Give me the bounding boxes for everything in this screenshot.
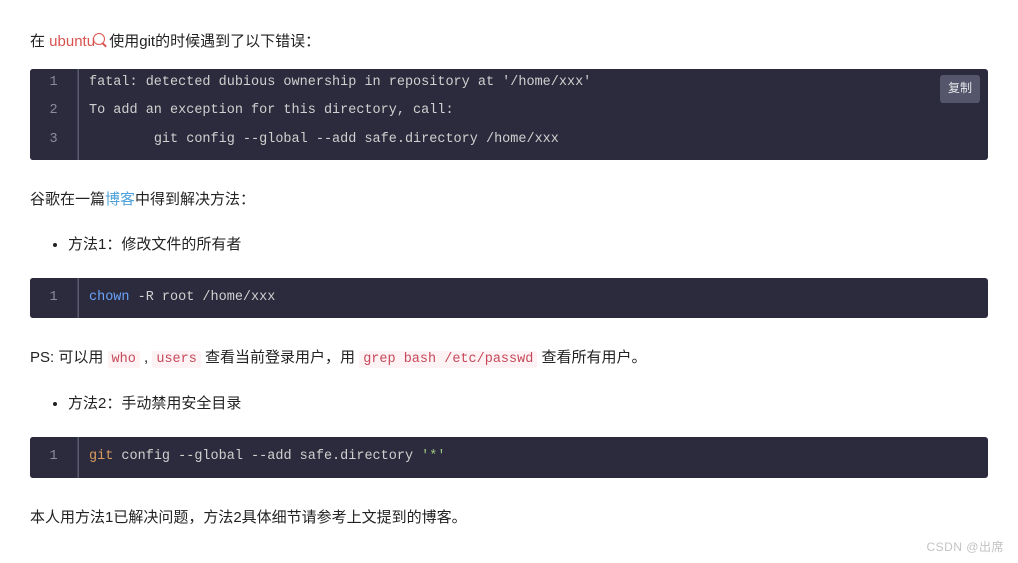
line-number: 1 (30, 437, 78, 477)
solution-prefix: 谷歌在一篇 (30, 191, 105, 208)
code-line: chown -R root /home/xxx (78, 278, 988, 318)
intro-prefix: 在 (30, 33, 49, 50)
method-list: 方法1：修改文件的所有者 (30, 231, 988, 258)
solution-paragraph: 谷歌在一篇博客中得到解决方法： (30, 186, 988, 213)
line-number: 1 (30, 69, 78, 97)
watermark: CSDN @出席 (926, 537, 1004, 559)
inline-code-users: users (152, 351, 201, 368)
code-row: 1 chown -R root /home/xxx (30, 278, 988, 318)
code-line: fatal: detected dubious ownership in rep… (78, 69, 988, 97)
ps-prefix: PS: 可以用 (30, 349, 108, 366)
inline-code-grep: grep bash /etc/passwd (359, 351, 537, 368)
method-list: 方法2：手动禁用安全目录 (30, 390, 988, 417)
code-line: To add an exception for this directory, … (78, 97, 988, 125)
code-row: 3 git config --global --add safe.directo… (30, 126, 988, 160)
ps-paragraph: PS: 可以用 who , users 查看当前登录用户，用 grep bash… (30, 344, 988, 372)
ps-mid: 查看当前登录用户，用 (201, 349, 359, 366)
intro-suffix: 使用git的时候遇到了以下错误： (105, 33, 320, 50)
keyword-chown: chown (89, 290, 130, 305)
code-row: 1 git config --global --add safe.directo… (30, 437, 988, 477)
code-line: git config --global --add safe.directory… (78, 126, 988, 160)
gitconfig-codeblock: 1 git config --global --add safe.directo… (30, 437, 988, 477)
code-line: git config --global --add safe.directory… (78, 437, 988, 477)
error-codeblock: 复制 1 fatal: detected dubious ownership i… (30, 69, 988, 160)
inline-code-who: who (108, 351, 140, 368)
intro-paragraph: 在 ubuntu 使用git的时候遇到了以下错误： (30, 28, 988, 55)
solution-suffix: 中得到解决方法： (135, 191, 255, 208)
string-star: '*' (421, 449, 445, 464)
list-item: 方法1：修改文件的所有者 (68, 231, 988, 258)
line-number: 1 (30, 278, 78, 318)
search-icon[interactable] (93, 33, 105, 45)
keyword-git: git (89, 449, 113, 464)
line-number: 3 (30, 126, 78, 160)
ps-suffix: 查看所有用户。 (537, 349, 646, 366)
blog-link[interactable]: 博客 (105, 191, 135, 208)
line-number: 2 (30, 97, 78, 125)
chown-codeblock: 1 chown -R root /home/xxx (30, 278, 988, 318)
code-rest: -R root /home/xxx (130, 290, 276, 305)
ubuntu-tag[interactable]: ubuntu (49, 33, 95, 50)
code-row: 2 To add an exception for this directory… (30, 97, 988, 125)
conclusion-paragraph: 本人用方法1已解决问题，方法2具体细节请参考上文提到的博客。 (30, 504, 988, 531)
copy-button[interactable]: 复制 (940, 75, 980, 103)
ps-comma: , (140, 349, 153, 366)
list-item: 方法2：手动禁用安全目录 (68, 390, 988, 417)
code-row: 1 fatal: detected dubious ownership in r… (30, 69, 988, 97)
code-mid: config --global --add safe.directory (113, 449, 421, 464)
